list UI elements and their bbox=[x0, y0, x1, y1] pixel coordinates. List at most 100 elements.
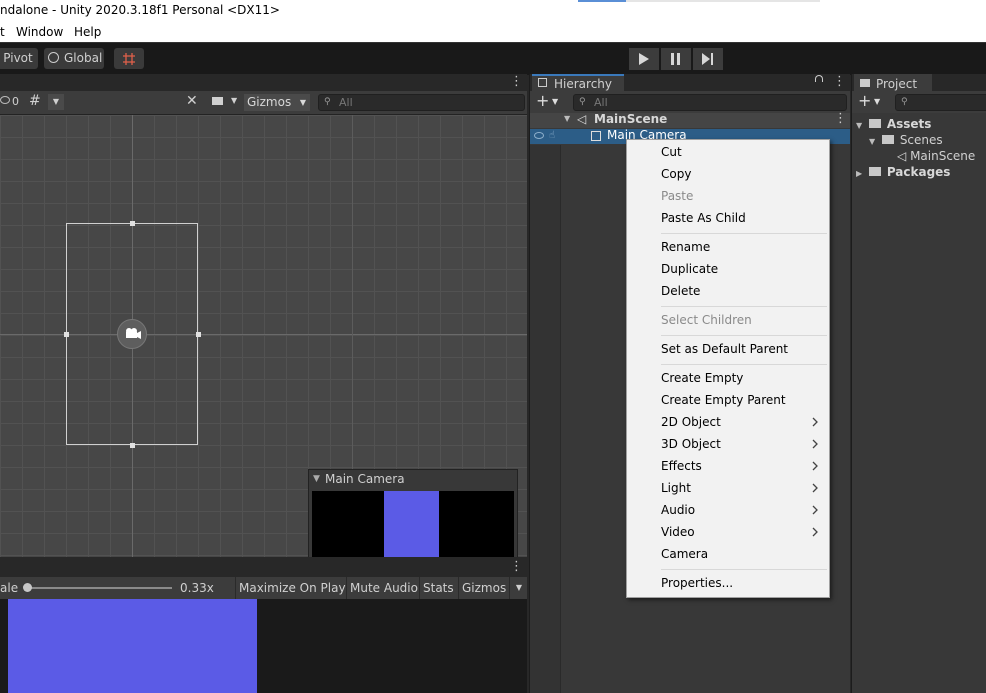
menu-item-copy[interactable]: Copy bbox=[661, 165, 691, 183]
preview-title: Main Camera bbox=[325, 472, 405, 486]
gameobject-cube-icon bbox=[591, 131, 601, 141]
menu-item-cut[interactable]: Cut bbox=[661, 143, 682, 161]
menu-item-delete[interactable]: Delete bbox=[661, 282, 700, 300]
scenes-expand-arrow[interactable]: ▼ bbox=[869, 137, 875, 146]
menu-item-create-empty-parent[interactable]: Create Empty Parent bbox=[661, 391, 786, 409]
scale-value: 0.33x bbox=[180, 581, 214, 595]
preview-collapse-arrow[interactable]: ▼ bbox=[313, 474, 320, 484]
scene-view[interactable]: ▼ Main Camera bbox=[0, 115, 527, 557]
global-button[interactable]: Global bbox=[44, 48, 104, 69]
scene-header-row[interactable]: ▼ ◁ MainScene ⋮ bbox=[530, 111, 850, 128]
scene-search-placeholder: All bbox=[339, 96, 353, 109]
scene-row-kebab-icon[interactable]: ⋮ bbox=[834, 111, 847, 126]
scene-search-input[interactable]: ⚲ All bbox=[318, 94, 525, 111]
menu-item-create-empty[interactable]: Create Empty bbox=[661, 369, 743, 387]
add-icon[interactable]: + bbox=[536, 91, 549, 111]
scene-expand-arrow[interactable]: ▼ bbox=[564, 114, 570, 123]
grid-snap-button[interactable] bbox=[114, 48, 144, 69]
tools-icon[interactable]: ✕ bbox=[186, 93, 198, 109]
pause-button[interactable] bbox=[661, 48, 691, 70]
game-kebab-menu-icon[interactable]: ⋮ bbox=[510, 559, 523, 574]
menu-item-set-default-parent[interactable]: Set as Default Parent bbox=[661, 340, 788, 358]
menu-item-window[interactable]: Window bbox=[16, 25, 63, 39]
visibility-icon[interactable] bbox=[0, 96, 10, 104]
submenu-chevron-icon bbox=[812, 527, 818, 537]
pivot-button[interactable]: Pivot bbox=[0, 48, 38, 69]
hierarchy-gutter bbox=[530, 145, 561, 693]
submenu-chevron-icon bbox=[812, 461, 818, 471]
lock-icon[interactable] bbox=[815, 75, 823, 82]
visibility-toggle-icon[interactable] bbox=[534, 132, 544, 139]
scene-gizmos-button[interactable]: Gizmos ▼ bbox=[244, 94, 310, 111]
play-icon bbox=[639, 53, 649, 65]
packages-label: Packages bbox=[886, 165, 951, 179]
hierarchy-search-input[interactable]: ⚲ All bbox=[573, 94, 847, 111]
scene-name: MainScene bbox=[594, 112, 668, 126]
maximize-on-play-button[interactable]: Maximize On Play bbox=[235, 577, 349, 599]
window-title-bar: ndalone - Unity 2020.3.18f1 Personal <DX… bbox=[0, 0, 986, 23]
menu-item-properties[interactable]: Properties... bbox=[661, 574, 733, 592]
game-view[interactable] bbox=[0, 599, 527, 693]
menu-separator bbox=[661, 233, 827, 234]
grid-dropdown[interactable]: ▼ bbox=[48, 94, 64, 110]
add-dropdown-arrow[interactable]: ▼ bbox=[552, 97, 558, 106]
menu-item-camera[interactable]: Camera bbox=[661, 545, 708, 563]
project-search-input[interactable]: ⚲ bbox=[895, 94, 986, 111]
tab-hierarchy[interactable]: Hierarchy bbox=[532, 74, 624, 91]
hierarchy-search-placeholder: All bbox=[594, 96, 608, 109]
scenes-folder-icon bbox=[881, 135, 894, 144]
visibility-count: 0 bbox=[12, 95, 19, 108]
scene-toolbar: 0 # ▼ ✕ ▼ Gizmos ▼ ⚲ All bbox=[0, 91, 527, 115]
menu-item-help[interactable]: Help bbox=[74, 25, 101, 39]
menu-item-audio[interactable]: Audio bbox=[661, 501, 695, 519]
pickable-toggle-icon[interactable]: ☝ bbox=[549, 130, 555, 141]
context-menu: Cut Copy Paste Paste As Child Rename Dup… bbox=[626, 139, 830, 598]
step-button[interactable] bbox=[693, 48, 723, 70]
game-gizmos-arrow[interactable]: ▼ bbox=[509, 577, 528, 599]
project-toolbar: + ▼ ⚲ bbox=[852, 91, 986, 113]
game-gizmos-button[interactable]: Gizmos bbox=[458, 577, 509, 599]
camera-dropdown-arrow[interactable]: ▼ bbox=[231, 96, 237, 105]
stats-button[interactable]: Stats bbox=[419, 577, 457, 599]
menu-item-paste-as-child[interactable]: Paste As Child bbox=[661, 209, 746, 227]
assets-expand-arrow[interactable]: ▼ bbox=[856, 121, 862, 130]
grid-icon[interactable]: # bbox=[29, 93, 41, 109]
packages-expand-arrow[interactable]: ▶ bbox=[856, 169, 862, 178]
menu-item-light[interactable]: Light bbox=[661, 479, 691, 497]
menu-item-2d-object[interactable]: 2D Object bbox=[661, 413, 721, 431]
project-panel: Project + ▼ ⚲ ▼ Assets ▼ Scenes ◁ MainSc… bbox=[851, 74, 986, 693]
tree-main-scene[interactable]: ◁ MainScene bbox=[897, 149, 975, 163]
tab-project[interactable]: Project bbox=[854, 74, 932, 91]
tree-packages[interactable]: ▶ Packages bbox=[856, 165, 950, 179]
menu-item-rename[interactable]: Rename bbox=[661, 238, 710, 256]
menu-item-effects[interactable]: Effects bbox=[661, 457, 702, 475]
window-controls bbox=[578, 0, 820, 2]
game-panel: ⋮ ale 0.33x Maximize On Play Mute Audio … bbox=[0, 557, 527, 693]
project-add-dropdown-arrow[interactable]: ▼ bbox=[874, 97, 880, 106]
play-button[interactable] bbox=[629, 48, 659, 70]
hierarchy-tab-icon bbox=[538, 78, 547, 87]
scale-label: ale bbox=[0, 581, 19, 595]
tree-scenes[interactable]: ▼ Scenes bbox=[869, 133, 943, 147]
menu-item-paste: Paste bbox=[661, 189, 694, 203]
menu-item-3d-object[interactable]: 3D Object bbox=[661, 435, 721, 453]
menu-item-video[interactable]: Video bbox=[661, 523, 695, 541]
menu-item-duplicate[interactable]: Duplicate bbox=[661, 260, 718, 278]
camera-glyph-icon bbox=[126, 328, 141, 339]
game-toolbar: ale 0.33x Maximize On Play Mute Audio St… bbox=[0, 577, 527, 599]
menu-item-partial[interactable]: t bbox=[0, 25, 5, 39]
tree-assets[interactable]: ▼ Assets bbox=[856, 117, 931, 131]
menu-bar: t Window Help bbox=[0, 23, 986, 42]
project-add-icon[interactable]: + bbox=[858, 91, 871, 111]
pivot-label: Pivot bbox=[3, 51, 33, 65]
scale-slider-handle[interactable] bbox=[23, 583, 32, 592]
scene-gizmos-label: Gizmos bbox=[247, 95, 292, 109]
camera-preview: ▼ Main Camera bbox=[308, 469, 518, 557]
kebab-menu-icon[interactable]: ⋮ bbox=[510, 74, 523, 90]
submenu-chevron-icon bbox=[812, 417, 818, 427]
mute-audio-button[interactable]: Mute Audio bbox=[346, 577, 421, 599]
camera-icon[interactable] bbox=[212, 97, 223, 105]
hierarchy-kebab-menu-icon[interactable]: ⋮ bbox=[833, 74, 846, 90]
scale-slider[interactable] bbox=[23, 583, 172, 592]
camera-gizmo-icon[interactable] bbox=[117, 319, 147, 349]
